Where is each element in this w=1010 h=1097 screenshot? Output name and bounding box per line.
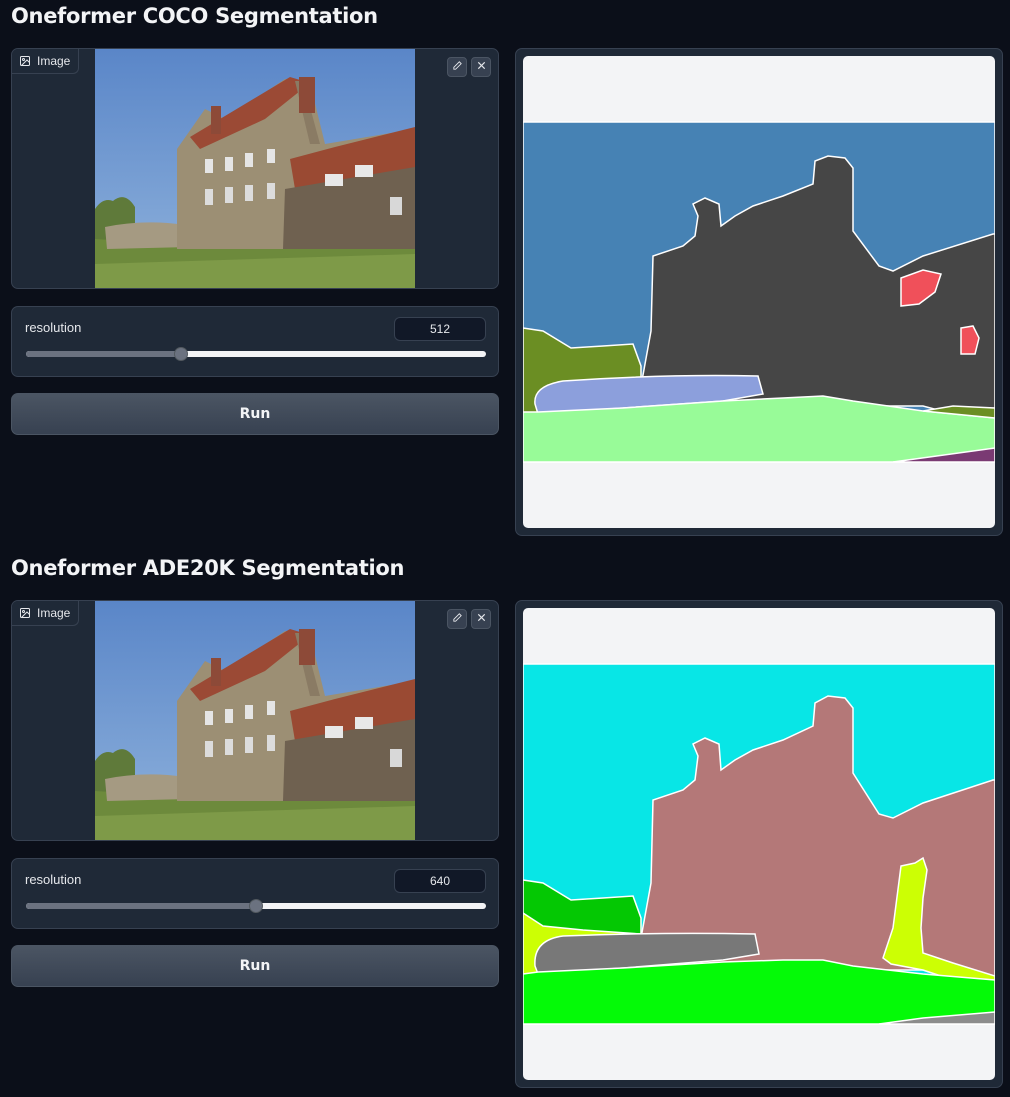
image-label: Image <box>12 49 80 74</box>
run-button[interactable]: Run <box>11 945 499 987</box>
edit-button[interactable] <box>447 609 467 629</box>
resolution-slider-panel: resolution 512 <box>11 306 499 377</box>
ade20k-section: Oneformer ADE20K Segmentation Image reso… <box>0 552 1010 1097</box>
run-button[interactable]: Run <box>11 393 499 435</box>
pencil-icon <box>452 58 463 76</box>
section-title: Oneformer COCO Segmentation <box>11 4 378 28</box>
edit-button[interactable] <box>447 57 467 77</box>
resolution-input[interactable]: 640 <box>394 869 486 893</box>
output-image-panel <box>515 600 1003 1088</box>
image-label-text: Image <box>37 54 71 68</box>
resolution-input[interactable]: 512 <box>394 317 486 341</box>
pencil-icon <box>452 610 463 628</box>
resolution-slider[interactable] <box>26 899 486 913</box>
input-image-panel[interactable]: Image <box>11 600 499 841</box>
resolution-slider-panel: resolution 640 <box>11 858 499 929</box>
slider-fill <box>26 351 182 357</box>
output-image-panel <box>515 48 1003 536</box>
slider-fill <box>26 903 256 909</box>
slider-thumb[interactable] <box>174 347 189 361</box>
image-label-text: Image <box>37 606 71 620</box>
section-title: Oneformer ADE20K Segmentation <box>11 556 405 580</box>
input-image-panel[interactable]: Image <box>11 48 499 289</box>
segmentation-output <box>523 56 995 528</box>
slider-thumb[interactable] <box>249 899 263 913</box>
image-icon <box>19 55 31 67</box>
image-label: Image <box>12 601 80 626</box>
close-icon <box>476 58 487 76</box>
clear-button[interactable] <box>471 609 491 629</box>
coco-section: Oneformer COCO Segmentation Image resolu… <box>0 0 1010 545</box>
clear-button[interactable] <box>471 57 491 77</box>
resolution-label: resolution <box>25 320 82 335</box>
segmentation-output <box>523 608 995 1080</box>
close-icon <box>476 610 487 628</box>
image-icon <box>19 607 31 619</box>
resolution-label: resolution <box>25 872 82 887</box>
input-photo <box>95 49 415 288</box>
input-photo <box>95 601 415 840</box>
resolution-slider[interactable] <box>26 347 486 361</box>
